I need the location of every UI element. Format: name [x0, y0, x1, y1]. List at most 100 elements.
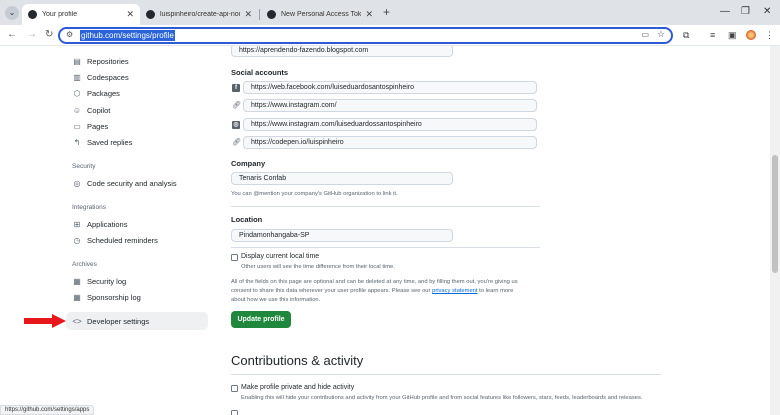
sidebar-item-sponsorship-log[interactable]: ▦ Sponsorship log — [72, 290, 141, 304]
sidebar-item-label: Applications — [87, 219, 128, 229]
sidebar-heading-archives: Archives — [72, 261, 97, 268]
display-time-checkbox[interactable] — [231, 254, 238, 261]
private-profile-label[interactable]: Make profile private and hide activity — [241, 384, 354, 391]
next-checkbox[interactable] — [231, 410, 238, 415]
github-icon — [146, 10, 155, 19]
sidebar-item-label: Copilot — [87, 105, 111, 115]
facebook-icon: f — [232, 84, 240, 92]
profile-avatar[interactable] — [746, 30, 756, 40]
reply-icon: ↰ — [73, 137, 81, 147]
github-icon — [267, 10, 276, 19]
close-icon[interactable]: ✕ — [244, 9, 252, 20]
settings-page: ▤ Repositories ▥ Codespaces ⬡ Packages ☺… — [0, 46, 770, 415]
sidebar-item-label: Packages — [87, 88, 120, 98]
close-icon[interactable]: ✕ — [365, 9, 373, 20]
reading-list-icon[interactable]: ≡ — [710, 30, 715, 40]
sidebar-item-developer-settings[interactable]: <> Developer settings — [72, 314, 149, 328]
new-tab-button[interactable]: + — [383, 5, 390, 19]
url-text[interactable]: github.com/settings/profile — [80, 30, 175, 41]
tab-title: Your profile — [42, 11, 78, 18]
tab-your-profile[interactable]: Your profile ✕ — [22, 4, 140, 25]
clock-icon: ◷ — [73, 235, 81, 245]
sidebar-item-codespaces[interactable]: ▥ Codespaces — [72, 70, 129, 84]
sidebar-item-saved-replies[interactable]: ↰ Saved replies — [72, 135, 133, 149]
sidebar-item-scheduled-reminders[interactable]: ◷ Scheduled reminders — [72, 233, 158, 247]
back-icon[interactable]: ← — [7, 29, 17, 40]
sidebar-item-repositories[interactable]: ▤ Repositories — [72, 54, 129, 68]
pages-icon: ▭ — [73, 121, 81, 131]
sidebar-item-applications[interactable]: ⊞ Applications — [72, 217, 128, 231]
location-field[interactable]: Pindamonhangaba-SP — [231, 229, 453, 242]
scrollbar-thumb[interactable] — [772, 155, 778, 273]
instagram-icon: ◎ — [232, 121, 240, 129]
reload-icon[interactable]: ↻ — [45, 29, 53, 40]
site-info-icon[interactable]: ⚙ — [66, 30, 73, 39]
sidebar-item-label: Saved replies — [87, 137, 133, 147]
update-profile-button[interactable]: Update profile — [231, 311, 291, 328]
package-icon: ⬡ — [73, 88, 81, 98]
sidebar-item-security-log[interactable]: ▦ Security log — [72, 274, 126, 288]
tab-strip: ⌄ Your profile ✕ luispinheiro/create-api… — [0, 0, 780, 25]
sidebar-item-packages[interactable]: ⬡ Packages — [72, 86, 120, 100]
private-profile-note: Enabling this will hide your contributio… — [241, 395, 643, 401]
log-icon: ▦ — [73, 276, 81, 286]
sidebar-item-label: Pages — [87, 121, 109, 131]
sidebar-item-label: Repositories — [87, 56, 129, 66]
extensions-icon[interactable]: ⧉ — [683, 30, 689, 41]
log-icon: ▦ — [73, 292, 81, 302]
social-field-1[interactable]: https://web.facebook.com/luiseduardosant… — [243, 81, 537, 94]
tab-personal-access-token[interactable]: New Personal Access Token (Cla ✕ — [261, 4, 379, 25]
sidebar-item-label: Scheduled reminders — [87, 235, 158, 245]
address-bar[interactable]: ⚙ github.com/settings/profile ▭ ☆ — [58, 27, 673, 44]
sidebar-item-pages[interactable]: ▭ Pages — [72, 119, 108, 133]
side-panel-icon[interactable]: ▣ — [728, 30, 737, 41]
sidebar-item-label: Codespaces — [87, 72, 129, 82]
sidebar-heading-security: Security — [72, 163, 96, 170]
display-time-label[interactable]: Display current local time — [241, 253, 319, 260]
close-window-icon[interactable]: ✕ — [763, 6, 771, 17]
link-icon: 🔗︎ — [232, 102, 241, 109]
red-arrow-icon — [24, 314, 66, 328]
company-note: You can @mention your company's GitHub o… — [231, 191, 398, 197]
divider — [231, 247, 540, 248]
privacy-statement-link[interactable]: privacy statement — [432, 288, 477, 294]
bookmark-star-icon[interactable]: ☆ — [657, 29, 665, 40]
status-bar-url: https://github.com/settings/apps — [0, 405, 95, 415]
social-field-4[interactable]: https://codepen.io/luispinheiro — [243, 136, 537, 149]
shield-icon: ◎ — [73, 178, 81, 188]
optional-note-line-2: consent to share this data wherever your… — [231, 288, 513, 294]
tab-search-icon[interactable]: ⌄ — [5, 6, 19, 20]
sidebar-item-code-security[interactable]: ◎ Code security and analysis — [72, 176, 177, 190]
company-field[interactable]: Tenaris Confab — [231, 172, 453, 185]
sidebar-item-label: Security log — [87, 276, 127, 286]
sidebar-item-label: Code security and analysis — [87, 178, 177, 188]
tab-divider — [259, 9, 260, 20]
tab-title: New Personal Access Token (Cla — [281, 11, 362, 18]
divider — [231, 374, 661, 375]
social-field-2[interactable]: https://www.instagram.com/ — [243, 99, 537, 112]
contributions-heading: Contributions & activity — [231, 353, 364, 368]
divider — [231, 206, 540, 207]
website-field[interactable]: https://aprendendo-fazendo.blogspot.com — [231, 46, 453, 57]
tab-create-api[interactable]: luispinheiro/create-api-nodejs ✕ — [140, 4, 258, 25]
sidebar-heading-integrations: Integrations — [72, 204, 106, 211]
display-time-note: Other users will see the time difference… — [241, 264, 395, 270]
sidebar-item-copilot[interactable]: ☺ Copilot — [72, 103, 110, 117]
minimize-icon[interactable]: — — [720, 6, 730, 17]
close-icon[interactable]: ✕ — [126, 9, 134, 20]
location-label: Location — [231, 215, 263, 224]
social-field-3[interactable]: https://www.instagram.com/luiseduardossa… — [243, 118, 537, 131]
optional-note-text: consent to share this data wherever your… — [231, 288, 431, 294]
apps-icon: ⊞ — [73, 219, 81, 229]
menu-icon[interactable]: ⋮ — [765, 30, 774, 41]
codespaces-icon: ▥ — [73, 72, 81, 82]
github-icon — [28, 10, 37, 19]
tab-title: luispinheiro/create-api-nodejs — [160, 11, 240, 18]
company-label: Company — [231, 159, 266, 168]
private-profile-checkbox[interactable] — [231, 385, 238, 392]
optional-note-text: to learn more — [479, 288, 514, 294]
cast-icon[interactable]: ▭ — [641, 30, 649, 39]
sidebar-item-label: Sponsorship log — [87, 292, 141, 302]
forward-icon[interactable]: → — [27, 29, 37, 40]
restore-icon[interactable]: ❐ — [741, 6, 750, 17]
